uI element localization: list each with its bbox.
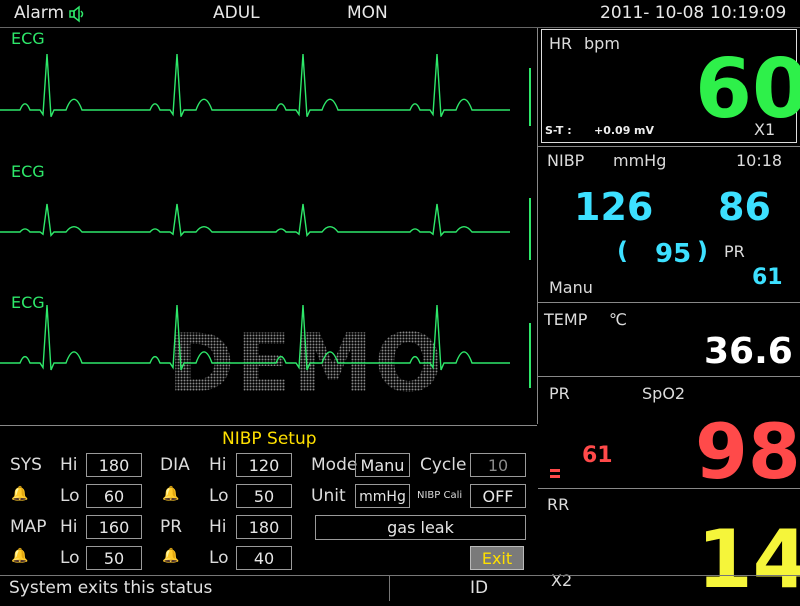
sys-lo-label: Lo bbox=[60, 486, 80, 506]
nibp-cali-select[interactable]: OFF bbox=[470, 484, 526, 508]
hr-panel[interactable]: HR bpm 60 S-T : +0.09 mV X1 bbox=[538, 28, 800, 147]
st-label: S-T : bbox=[545, 124, 572, 137]
ecg-trace-1 bbox=[0, 53, 510, 118]
temp-unit: ℃ bbox=[609, 310, 627, 329]
nibp-open-paren: ( bbox=[617, 237, 628, 265]
nibp-time: 10:18 bbox=[736, 151, 783, 170]
spo2-pr-value: 61 bbox=[582, 443, 613, 468]
exit-button[interactable]: Exit bbox=[470, 546, 524, 570]
unit-select[interactable]: mmHg bbox=[355, 484, 410, 508]
spo2-pr-label: PR bbox=[549, 384, 570, 403]
map-hi-label: Hi bbox=[60, 517, 78, 537]
st-unit: mV bbox=[634, 124, 654, 137]
dia-hi-label: Hi bbox=[209, 455, 227, 475]
nibp-pr-value: 61 bbox=[752, 265, 783, 290]
map-lo-field[interactable]: 50 bbox=[86, 546, 142, 570]
dia-lo-field[interactable]: 50 bbox=[236, 484, 292, 508]
mode-label: Mode bbox=[311, 455, 358, 475]
hr-label: HR bbox=[549, 34, 573, 53]
pr-label: PR bbox=[160, 517, 183, 537]
spo2-panel[interactable]: PR SpO2 61 98 bbox=[538, 377, 800, 496]
status-message: System exits this status bbox=[9, 578, 213, 598]
map-label: MAP bbox=[10, 517, 47, 537]
ecg-trace-2 bbox=[0, 203, 510, 237]
st-value: +0.09 bbox=[594, 124, 631, 137]
spo2-bar-base bbox=[550, 475, 560, 478]
dia-alarm-bell-icon: 🔔 bbox=[162, 486, 180, 502]
rr-label: RR bbox=[547, 495, 570, 514]
spo2-bar-low bbox=[550, 469, 560, 472]
map-alarm-bell-icon: 🔔 bbox=[11, 548, 29, 564]
monitor-mode: MON bbox=[347, 3, 388, 23]
hr-value: 60 bbox=[695, 42, 800, 137]
pr-lo-field[interactable]: 40 bbox=[236, 546, 292, 570]
temp-panel[interactable]: TEMP ℃ 36.6 bbox=[538, 303, 800, 377]
sys-alarm-bell-icon: 🔔 bbox=[11, 486, 29, 502]
sys-label: SYS bbox=[10, 455, 42, 475]
waveform-area: ECG ECG ECG DEMO bbox=[0, 28, 538, 424]
top-bar: Alarm ADUL MON 2011- 10-08 10:19:09 bbox=[0, 0, 800, 28]
sys-lo-field[interactable]: 60 bbox=[86, 484, 142, 508]
dia-label: DIA bbox=[160, 455, 190, 475]
spo2-value: 98 bbox=[695, 407, 800, 496]
nibp-mean: 95 bbox=[655, 239, 692, 269]
temp-label: TEMP bbox=[544, 310, 588, 329]
temp-value: 36.6 bbox=[704, 331, 793, 372]
pr-hi-field[interactable]: 180 bbox=[236, 515, 292, 539]
map-hi-field[interactable]: 160 bbox=[86, 515, 142, 539]
nibp-diastolic: 86 bbox=[718, 185, 771, 229]
nibp-label: NIBP bbox=[547, 151, 585, 170]
map-lo-label: Lo bbox=[60, 548, 80, 568]
spo2-label: SpO2 bbox=[642, 384, 686, 403]
nibp-systolic: 126 bbox=[574, 185, 654, 229]
gas-leak-button[interactable]: gas leak bbox=[315, 515, 526, 540]
hr-gain: X1 bbox=[754, 120, 776, 139]
dia-hi-field[interactable]: 120 bbox=[236, 453, 292, 477]
pr-lo-label: Lo bbox=[209, 548, 229, 568]
setup-divider bbox=[0, 425, 537, 426]
status-divider bbox=[389, 576, 390, 601]
status-id: ID bbox=[470, 578, 489, 598]
nibp-pr-label: PR bbox=[724, 242, 745, 261]
nibp-close-paren: ) bbox=[697, 237, 708, 265]
nibp-unit: mmHg bbox=[613, 151, 667, 170]
setup-title: NIBP Setup bbox=[222, 429, 317, 449]
patient-type: ADUL bbox=[213, 3, 260, 23]
sys-hi-field[interactable]: 180 bbox=[86, 453, 142, 477]
nibp-panel[interactable]: NIBP mmHg 10:18 126 86 ( 95 ) PR 61 Manu bbox=[538, 147, 800, 303]
speaker-icon bbox=[69, 5, 84, 23]
mode-select[interactable]: Manu bbox=[355, 453, 410, 477]
nibp-cali-label: NIBP Cali bbox=[417, 490, 463, 501]
alarm-label: Alarm bbox=[14, 3, 65, 23]
nibp-mode: Manu bbox=[549, 278, 593, 297]
clock: 10:19:09 bbox=[710, 3, 787, 23]
hr-unit: bpm bbox=[584, 34, 620, 53]
dia-lo-label: Lo bbox=[209, 486, 229, 506]
pr-alarm-bell-icon: 🔔 bbox=[162, 548, 180, 564]
status-bar: System exits this status ID bbox=[0, 575, 800, 601]
unit-label: Unit bbox=[311, 486, 346, 506]
cycle-label: Cycle bbox=[420, 455, 467, 475]
nibp-setup-dialog: NIBP Setup SYS Hi 180 🔔 Lo 60 DIA Hi 120… bbox=[0, 425, 537, 575]
sys-hi-label: Hi bbox=[60, 455, 78, 475]
pr-hi-label: Hi bbox=[209, 517, 227, 537]
cycle-field[interactable]: 10 bbox=[470, 453, 526, 477]
ecg-waveforms: DEMO bbox=[0, 53, 531, 410]
date: 2011- 10-08 bbox=[600, 3, 705, 23]
